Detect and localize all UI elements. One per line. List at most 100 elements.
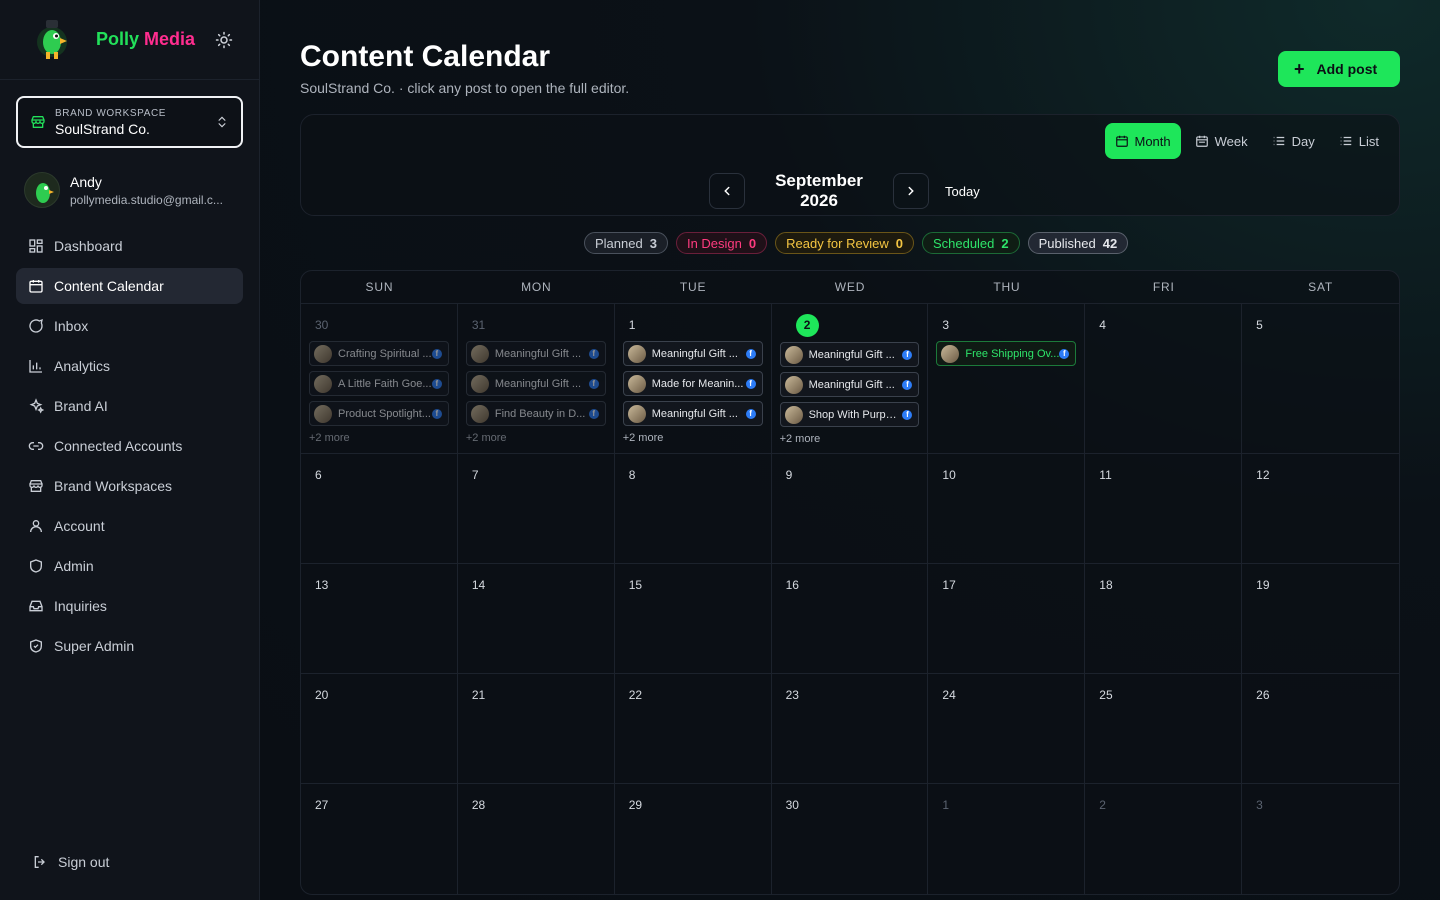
calendar-day-cell[interactable]: 8: [614, 454, 772, 564]
post-title: Meaningful Gift ...: [651, 407, 738, 420]
post-card[interactable]: Meaningful Gift ... f: [622, 401, 763, 426]
more-posts-link[interactable]: +2 more: [623, 432, 763, 444]
calendar-day-cell[interactable]: 6: [301, 454, 458, 564]
view-day-button[interactable]: Day: [1262, 123, 1325, 159]
calendar-day-cell[interactable]: 24: [928, 674, 1086, 784]
sidebar-item-admin[interactable]: Admin: [16, 548, 243, 584]
previous-month-button[interactable]: [709, 173, 745, 209]
status-label: In Design: [686, 235, 742, 251]
calendar-day-cell[interactable]: 1 Meaningful Gift ... f Made for Meanin... f…: [614, 304, 772, 454]
calendar-day-cell[interactable]: 19: [1242, 564, 1399, 674]
calendar-day-cell[interactable]: 12: [1242, 454, 1399, 564]
calendar-day-cell[interactable]: 17: [928, 564, 1086, 674]
post-card[interactable]: Meaningful Gift ... f: [779, 372, 920, 397]
sparkles-icon: [29, 398, 44, 414]
sidebar-item-analytics[interactable]: Analytics: [16, 348, 243, 384]
calendar-day-cell[interactable]: 30: [772, 784, 929, 894]
sidebar-item-connected-accounts[interactable]: Connected Accounts: [16, 428, 243, 464]
sidebar-item-label: Inquiries: [54, 598, 107, 614]
post-card[interactable]: Meaningful Gift ... f: [779, 342, 920, 367]
view-list-button[interactable]: List: [1329, 123, 1389, 159]
calendar-day-cell[interactable]: 11: [1085, 454, 1243, 564]
calendar-day-cell[interactable]: 29: [615, 784, 772, 894]
post-title: Meaningful Gift ...: [808, 348, 895, 361]
sidebar-item-inquiries[interactable]: Inquiries: [16, 588, 243, 624]
date-number: 25: [1099, 688, 1113, 702]
calendar-day-cell[interactable]: 13: [301, 564, 458, 674]
post-thumbnail: [784, 375, 803, 394]
post-title: Meaningful Gift ...: [494, 377, 582, 390]
post-card[interactable]: Meaningful Gift ... f: [622, 341, 763, 366]
more-posts-link[interactable]: +2 more: [780, 433, 920, 445]
view-month-button[interactable]: Month: [1104, 123, 1181, 159]
weekday-label: FRI: [1152, 280, 1175, 294]
theme-toggle-sun-icon[interactable]: [215, 31, 233, 49]
post-card[interactable]: Meaningful Gift ... f: [465, 341, 606, 366]
calendar-day-cell[interactable]: 4: [1085, 304, 1243, 454]
calendar-day-cell[interactable]: 30 Crafting Spiritual ... f A Little Faith …: [301, 304, 458, 454]
sign-out-button[interactable]: Sign out: [32, 854, 109, 870]
calendar-day-cell[interactable]: 31 Meaningful Gift ... f Meaningful Gift ..…: [457, 304, 615, 454]
status-badge-in-design[interactable]: In Design 0: [675, 232, 768, 254]
calendar-day-cell[interactable]: 7: [457, 454, 615, 564]
calendar-day-cell[interactable]: 28: [458, 784, 615, 894]
date-number: 31: [471, 318, 486, 332]
post-card[interactable]: A Little Faith Goe... f: [309, 371, 449, 396]
date-number: 16: [785, 578, 799, 592]
date-number: 17: [942, 578, 956, 592]
sidebar-item-account[interactable]: Account: [16, 508, 243, 544]
more-posts-link[interactable]: +2 more: [309, 432, 449, 444]
inbox-tray-icon: [29, 600, 43, 612]
sidebar-item-inbox[interactable]: Inbox: [16, 308, 243, 344]
status-badge-ready-for-review[interactable]: Ready for Review 0: [775, 232, 914, 254]
post-title: A Little Faith Goe...: [338, 377, 432, 390]
calendar-day-cell[interactable]: 21: [457, 674, 615, 784]
date-number: 12: [1256, 468, 1270, 482]
sidebar-item-dashboard[interactable]: Dashboard: [16, 228, 243, 264]
status-badge-planned[interactable]: Planned 3: [584, 232, 668, 254]
more-posts-link[interactable]: +2 more: [466, 432, 606, 444]
calendar-day-cell[interactable]: 9: [771, 454, 929, 564]
date-number: 26: [1256, 688, 1270, 702]
user-profile[interactable]: Andy pollymedia.studio@gmail.c...: [24, 172, 223, 208]
calendar-day-cell[interactable]: 5: [1242, 304, 1399, 454]
view-week-button[interactable]: Week: [1185, 123, 1258, 159]
calendar-day-cell[interactable]: 10: [928, 454, 1086, 564]
calendar-day-cell[interactable]: 14: [457, 564, 615, 674]
sidebar-item-content-calendar[interactable]: Content Calendar: [16, 268, 243, 304]
sidebar-item-super-admin[interactable]: Super Admin: [16, 628, 243, 664]
status-badge-published[interactable]: Published 42: [1027, 232, 1129, 254]
calendar-day-cell[interactable]: 26: [1242, 674, 1399, 784]
sidebar-item-brand-workspaces[interactable]: Brand Workspaces: [16, 468, 243, 504]
calendar-day-cell[interactable]: 25: [1085, 674, 1243, 784]
calendar-day-cell[interactable]: 18: [1085, 564, 1243, 674]
post-card[interactable]: Crafting Spiritual ... f: [309, 341, 449, 366]
workspace-switcher[interactable]: BRAND WORKSPACE SoulStrand Co.: [16, 96, 243, 148]
date-number: 14: [471, 578, 486, 592]
status-badge-scheduled[interactable]: Scheduled 2: [921, 232, 1020, 254]
post-card[interactable]: Product Spotlight... f: [309, 401, 449, 426]
status-count: 42: [1102, 235, 1118, 251]
calendar-day-cell[interactable]: 15: [614, 564, 772, 674]
calendar-day-cell[interactable]: 2 Meaningful Gift ... f Meaningful Gift ...…: [771, 304, 929, 454]
calendar-day-cell[interactable]: 1: [928, 784, 1086, 894]
post-card[interactable]: Find Beauty in D... f: [465, 401, 606, 426]
calendar-day-cell[interactable]: 2: [1085, 784, 1243, 894]
calendar-day-cell[interactable]: 3 Free Shipping Ov... f: [928, 304, 1086, 454]
post-card[interactable]: Shop With Purpose f: [779, 402, 920, 427]
calendar-grid: 30 Crafting Spiritual ... f A Little Faith …: [301, 304, 1399, 894]
calendar-day-cell[interactable]: 16: [771, 564, 929, 674]
sidebar-item-brand-ai[interactable]: Brand AI: [16, 388, 243, 424]
post-card[interactable]: Free Shipping Ov... f: [936, 341, 1077, 366]
calendar-day-cell[interactable]: 22: [614, 674, 772, 784]
calendar-day-cell[interactable]: 3: [1242, 784, 1399, 894]
link-icon: [28, 442, 44, 450]
calendar-day-cell[interactable]: 23: [771, 674, 929, 784]
calendar-day-cell[interactable]: 27: [301, 784, 458, 894]
post-card[interactable]: Made for Meanin... f: [622, 371, 763, 396]
add-post-button[interactable]: + Add post: [1278, 51, 1400, 87]
today-button[interactable]: Today: [945, 184, 980, 199]
calendar-day-cell[interactable]: 20: [301, 674, 458, 784]
next-month-button[interactable]: [893, 173, 929, 209]
post-card[interactable]: Meaningful Gift ... f: [465, 371, 606, 396]
